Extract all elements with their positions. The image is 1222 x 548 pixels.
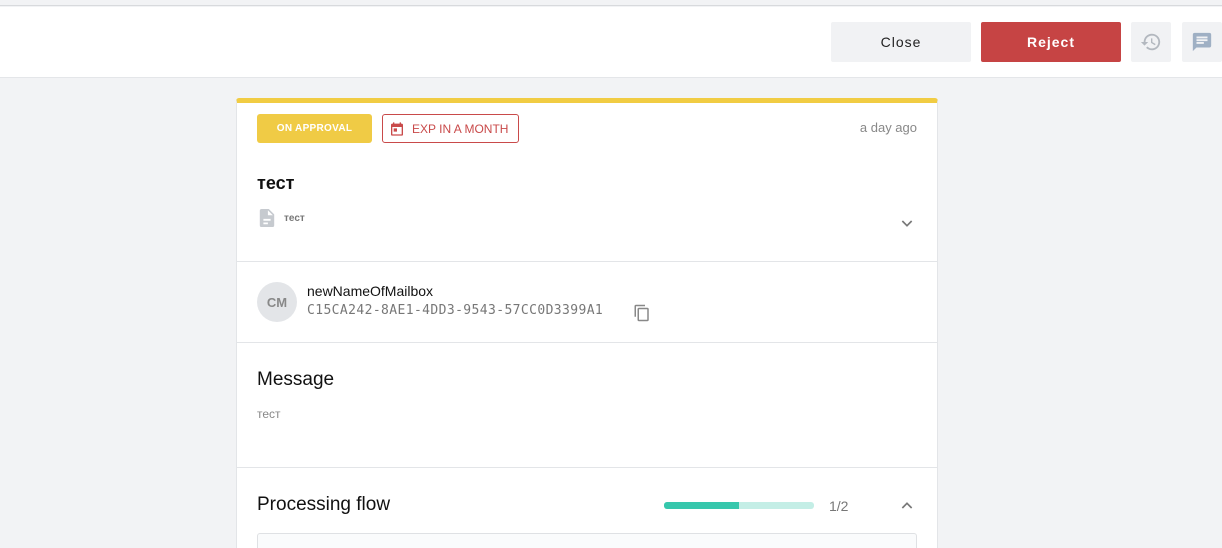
processing-flow-section: Processing flow 1/2 — [237, 468, 937, 548]
expiry-label: EXP IN A MONTH — [412, 121, 509, 136]
timestamp: a day ago — [859, 120, 917, 135]
flow-step-count: 1/2 — [829, 498, 849, 514]
toolbar: Close Reject — [0, 7, 1222, 78]
history-button[interactable] — [1131, 22, 1171, 62]
history-icon — [1140, 33, 1161, 51]
request-title: тест — [257, 173, 295, 193]
chevron-up-icon[interactable] — [899, 498, 915, 514]
chat-icon — [1192, 32, 1212, 52]
top-border — [0, 0, 1222, 6]
close-button[interactable]: Close — [831, 22, 971, 62]
request-header: ON APPROVAL EXP IN A MONTH a day ago тес… — [237, 103, 937, 262]
document-icon — [259, 209, 275, 227]
expiry-badge: EXP IN A MONTH — [382, 114, 519, 143]
flow-progress-bar — [664, 502, 814, 509]
document-label: тест — [284, 212, 305, 224]
message-heading: Message — [257, 369, 335, 390]
message-body: тест — [257, 407, 281, 421]
copy-icon[interactable] — [633, 304, 651, 322]
flow-step-box — [257, 533, 917, 548]
reject-button[interactable]: Reject — [981, 22, 1121, 62]
sender-id: C15CA242-8AE1-4DD3-9543-57CC0D3399A1 — [307, 303, 604, 318]
avatar: CM — [257, 282, 297, 322]
sender-section: CM newNameOfMailbox C15CA242-8AE1-4DD3-9… — [237, 262, 937, 343]
request-card: ON APPROVAL EXP IN A MONTH a day ago тес… — [236, 98, 938, 548]
calendar-icon — [391, 121, 403, 136]
message-section: Message тест — [237, 343, 937, 468]
status-badge: ON APPROVAL — [257, 114, 372, 143]
chevron-down-icon[interactable] — [899, 215, 915, 231]
sender-name: newNameOfMailbox — [307, 283, 434, 299]
document-row[interactable]: тест — [259, 209, 305, 227]
flow-progress-fill — [664, 502, 739, 509]
comments-button[interactable] — [1182, 22, 1222, 62]
processing-flow-heading: Processing flow — [257, 494, 391, 515]
